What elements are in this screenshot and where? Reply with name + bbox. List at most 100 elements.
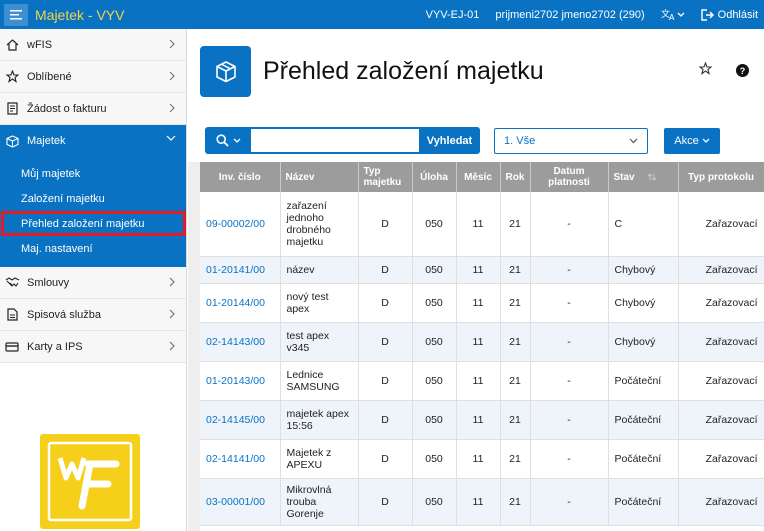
cell-inv-number[interactable]: 01-20144/00 xyxy=(200,283,281,323)
column-header-protocol-type[interactable]: Typ protokolu xyxy=(678,162,764,192)
cell-inv-number[interactable]: 02-14141/00 xyxy=(200,439,281,479)
column-header-name[interactable]: Název xyxy=(280,162,359,192)
cell-inv-number[interactable]: 01-20143/00 xyxy=(200,361,281,401)
column-header-year[interactable]: Rok xyxy=(500,162,531,192)
cell-name: Mikrovlná trouba Gorenje xyxy=(280,478,359,526)
cell-task: 050 xyxy=(412,478,457,526)
sidebar-item-invoice-request[interactable]: Žádost o fakturu xyxy=(0,93,186,125)
sidebar-item-label: Žádost o fakturu xyxy=(27,102,107,115)
logout-button[interactable]: Odhlásit xyxy=(700,8,758,21)
unit-label: VYV-EJ-01 xyxy=(425,8,480,21)
assets-table-region: Inv. číslo Název Typ majetku Úloha Měsíc… xyxy=(200,162,764,531)
cell-year: 21 xyxy=(500,283,531,323)
handshake-icon xyxy=(4,275,20,291)
submenu-item-my-assets[interactable]: Můj majetek xyxy=(0,161,186,186)
column-header-valid-date[interactable]: Datum platnosti xyxy=(530,162,609,192)
table-row[interactable]: 02-14141/00 Majetek z APEXU D 050 11 21- Počát… xyxy=(200,439,764,479)
cell-protocol-type: Zařazovací xyxy=(678,400,764,440)
logout-label: Odhlásit xyxy=(717,8,758,21)
table-row[interactable]: 01-20141/00 název D 050 11 21- Chybový Zařazova… xyxy=(200,256,764,284)
cell-protocol-type: Zařazovací xyxy=(678,361,764,401)
menu-toggle-button[interactable] xyxy=(4,3,28,26)
chevron-down-icon xyxy=(629,138,638,144)
sidebar-item-label: Smlouvy xyxy=(27,276,70,289)
table-row[interactable]: 01-20144/00 nový test apex D 050 11 21- Chybov… xyxy=(200,283,764,323)
sidebar-item-records-service[interactable]: Spisová služba xyxy=(0,299,186,331)
sidebar-item-contracts[interactable]: Smlouvy xyxy=(0,267,186,299)
cell-year: 21 xyxy=(500,361,531,401)
cell-year: 21 xyxy=(500,322,531,362)
column-header-month[interactable]: Měsíc xyxy=(456,162,501,192)
cell-name: majetek apex 15:56 xyxy=(280,400,359,440)
sidebar-item-majetek[interactable]: Majetek xyxy=(0,125,186,157)
sidebar-item-favorites[interactable]: Oblíbené xyxy=(0,61,186,93)
cell-status: Počáteční xyxy=(608,361,679,401)
table-row[interactable]: 01-20143/00 Lednice SAMSUNG D 050 11 21- Počát… xyxy=(200,361,764,401)
cell-valid-date: - xyxy=(530,256,609,284)
cell-protocol-type: Zařazovací xyxy=(678,283,764,323)
main-content: Přehled založení majetku ? Vyhledat 1. V… xyxy=(188,29,764,531)
submenu-item-create-asset[interactable]: Založení majetku xyxy=(0,186,186,211)
cell-month: 11 xyxy=(456,322,501,362)
cell-protocol-type: Zařazovací xyxy=(678,256,764,284)
table-row[interactable]: 02-14143/00 test apex v345 D 050 11 21- Chybov… xyxy=(200,322,764,362)
language-button[interactable]: 文 A xyxy=(661,8,685,21)
cell-valid-date: - xyxy=(530,322,609,362)
search-icon xyxy=(215,134,229,147)
cell-asset-type: D xyxy=(358,400,413,440)
app-title: Majetek - VYV xyxy=(35,6,125,23)
cell-valid-date: - xyxy=(530,478,609,526)
favorite-star-icon[interactable] xyxy=(699,62,712,75)
cell-inv-number[interactable]: 01-20141/00 xyxy=(200,256,281,284)
cell-protocol-type: Zařazovací xyxy=(678,439,764,479)
actions-menu-button[interactable]: Akce xyxy=(664,128,720,154)
search-column-dropdown[interactable] xyxy=(205,127,251,154)
help-icon[interactable]: ? xyxy=(736,64,749,77)
submenu-item-asset-creation-overview[interactable]: Přehled založení majetku xyxy=(1,211,186,236)
chevron-right-icon xyxy=(169,39,175,49)
page-title: Přehled založení majetku xyxy=(263,57,544,85)
search-button[interactable]: Vyhledat xyxy=(419,127,480,154)
cell-inv-number[interactable]: 02-14145/00 xyxy=(200,400,281,440)
submenu-item-asset-settings[interactable]: Maj. nastavení xyxy=(0,236,186,261)
sidebar: wFIS Oblíbené Žádost o fakturu Majetek M… xyxy=(0,29,187,531)
cell-name: Lednice SAMSUNG xyxy=(280,361,359,401)
cell-inv-number[interactable]: 02-14143/00 xyxy=(200,322,281,362)
table-row[interactable]: 02-14145/00 majetek apex 15:56 D 050 11 21- Po… xyxy=(200,400,764,440)
cell-month: 11 xyxy=(456,283,501,323)
search-input[interactable] xyxy=(251,127,419,154)
cell-status: Chybový xyxy=(608,283,679,323)
cell-inv-number[interactable]: 09-00002/00 xyxy=(200,192,281,257)
table-row[interactable]: 09-00002/00 zařazení jednoho drobného maj… xyxy=(200,192,764,257)
cell-name: test apex v345 xyxy=(280,322,359,362)
box-icon xyxy=(200,46,251,97)
report-select[interactable]: 1. Vše xyxy=(494,128,648,154)
column-header-asset-type[interactable]: Typ majetku xyxy=(358,162,413,192)
sidebar-item-cards[interactable]: Karty a IPS xyxy=(0,331,186,363)
logout-icon xyxy=(700,8,714,21)
chevron-right-icon xyxy=(169,309,175,319)
wf-logo xyxy=(40,434,140,529)
cell-protocol-type: Zařazovací xyxy=(678,192,764,257)
chevron-down-icon xyxy=(677,12,685,17)
cell-status: Chybový xyxy=(608,322,679,362)
sidebar-item-wfis[interactable]: wFIS xyxy=(0,29,186,61)
cell-protocol-type: Zařazovací xyxy=(678,322,764,362)
table-row[interactable]: 03-00001/00 Mikrovlná trouba Gorenje D 050 1… xyxy=(200,478,764,526)
cell-inv-number[interactable]: 03-00001/00 xyxy=(200,478,281,526)
card-icon xyxy=(4,339,20,355)
user-label[interactable]: prijmeni2702 jmeno2702 (290) xyxy=(495,9,644,21)
cell-name: zařazení jednoho drobného majetku xyxy=(280,192,359,257)
report-select-value: 1. Vše xyxy=(504,135,536,147)
chevron-right-icon xyxy=(169,341,175,351)
cell-task: 050 xyxy=(412,283,457,323)
column-header-inv-number[interactable]: Inv. číslo xyxy=(200,162,281,192)
column-header-task[interactable]: Úloha xyxy=(412,162,457,192)
cell-valid-date: - xyxy=(530,361,609,401)
home-icon xyxy=(4,37,20,53)
cell-valid-date: - xyxy=(530,439,609,479)
column-header-status[interactable]: Stav xyxy=(608,162,679,192)
cell-month: 11 xyxy=(456,439,501,479)
cell-name: název xyxy=(280,256,359,284)
cell-task: 050 xyxy=(412,400,457,440)
